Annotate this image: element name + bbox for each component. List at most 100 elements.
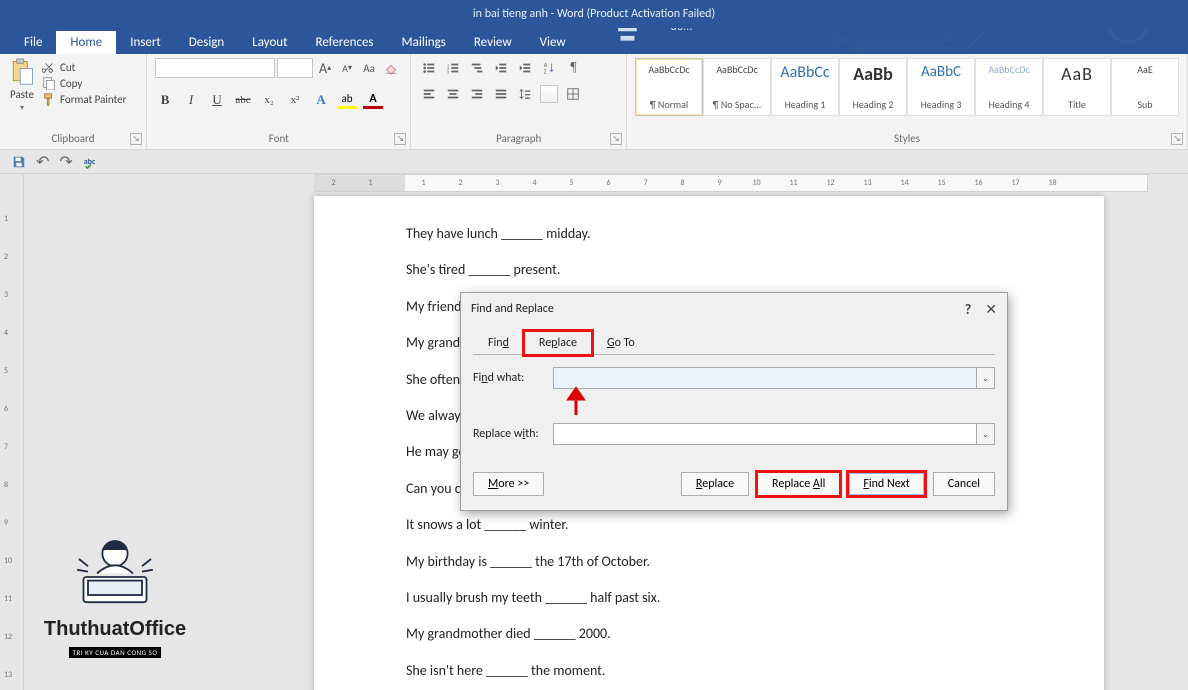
find-dropdown[interactable]: ⌄ (976, 368, 994, 388)
paste-icon (8, 58, 36, 86)
eraser-icon (384, 61, 398, 75)
font-name-input[interactable] (155, 58, 275, 78)
align-right-icon (470, 87, 484, 101)
find-next-button[interactable]: Find Next (848, 472, 924, 496)
paste-button[interactable]: Paste ▾ (8, 58, 36, 113)
replace-with-input[interactable] (554, 424, 976, 444)
underline-button[interactable]: U (207, 90, 227, 110)
doc-line: They have lunch ______ midday. (406, 216, 1012, 252)
style-heading2[interactable]: AaBbHeading 2 (839, 58, 907, 116)
cut-button[interactable]: Cut (42, 60, 126, 74)
clipboard-dialog-launcher[interactable]: ↘ (130, 133, 142, 145)
align-center-button[interactable] (443, 84, 463, 104)
style-heading1[interactable]: AaBbCcHeading 1 (771, 58, 839, 116)
find-what-label: Find what: (473, 371, 545, 385)
align-left-button[interactable] (419, 84, 439, 104)
font-color-button[interactable]: A (363, 91, 383, 109)
tab-design[interactable]: Design (175, 31, 238, 54)
inc-indent-icon (518, 61, 532, 75)
superscript-button[interactable]: x² (285, 90, 305, 110)
styles-dialog-launcher[interactable]: ↘ (1171, 133, 1183, 145)
tab-home[interactable]: Home (56, 31, 116, 54)
inc-indent-button[interactable] (515, 58, 535, 78)
grow-font-button[interactable]: A▴ (315, 58, 335, 78)
replace-all-button[interactable]: Replace All (757, 472, 840, 496)
tab-insert[interactable]: Insert (116, 31, 175, 54)
watermark-logo: ThuthuatOffice TRI KY CUA DAN CONG SO (20, 523, 210, 660)
tab-mailings[interactable]: Mailings (388, 31, 460, 54)
dialog-tab-goto[interactable]: Go To (592, 331, 650, 355)
scissors-icon (42, 60, 56, 74)
style-subtitle[interactable]: AaESub (1111, 58, 1179, 116)
spellcheck-icon[interactable]: abc (83, 155, 97, 169)
cancel-button[interactable]: Cancel (933, 472, 995, 496)
mascot-icon (60, 523, 170, 613)
tab-file[interactable]: File (10, 31, 56, 54)
tab-references[interactable]: References (302, 31, 388, 54)
style-heading3[interactable]: AaBbCHeading 3 (907, 58, 975, 116)
style-heading4[interactable]: AaBbCcDcHeading 4 (975, 58, 1043, 116)
undo-button[interactable]: ↶ (36, 152, 49, 172)
svg-text:Z: Z (544, 67, 547, 75)
font-size-input[interactable] (277, 58, 313, 78)
quick-access-toolbar: ↶ ↷ abc (0, 150, 1188, 174)
style-nospacing[interactable]: AaBbCcDc¶ No Spac... (703, 58, 771, 116)
show-marks-button[interactable]: ¶ (563, 58, 583, 78)
ribbon: Paste ▾ Cut Copy Format Painter Clipboar… (0, 54, 1188, 150)
align-center-icon (446, 87, 460, 101)
line-spacing-button[interactable] (515, 84, 535, 104)
clear-format-button[interactable] (381, 58, 401, 78)
shading-button[interactable] (539, 84, 559, 104)
help-button[interactable]: ? (965, 301, 972, 318)
doc-line: She isn't here ______ the moment. (406, 653, 1012, 689)
borders-button[interactable] (563, 84, 583, 104)
align-left-icon (422, 87, 436, 101)
replace-dropdown[interactable]: ⌄ (976, 424, 994, 444)
numbering-button[interactable]: 123 (443, 58, 463, 78)
titlebar: in bai tieng anh - Word (Product Activat… (0, 0, 1188, 28)
replace-button[interactable]: Replace (681, 472, 749, 496)
dialog-title: Find and Replace (471, 302, 554, 316)
paragraph-dialog-launcher[interactable]: ↘ (610, 133, 622, 145)
sort-button[interactable]: AZ (539, 58, 559, 78)
justify-button[interactable] (491, 84, 511, 104)
doc-line: I usually brush my teeth ______ half pas… (406, 580, 1012, 616)
highlight-button[interactable]: ab (337, 91, 357, 109)
shrink-font-button[interactable]: A▾ (337, 58, 357, 78)
dec-indent-icon (494, 61, 508, 75)
close-button[interactable]: ✕ (985, 301, 997, 318)
italic-button[interactable]: I (181, 90, 201, 110)
tab-review[interactable]: Review (460, 31, 526, 54)
justify-icon (494, 87, 508, 101)
dialog-tab-find[interactable]: Find (473, 331, 524, 355)
svg-text:3: 3 (447, 70, 450, 75)
style-title[interactable]: AaBTitle (1043, 58, 1111, 116)
save-icon[interactable] (12, 155, 26, 169)
style-normal[interactable]: AaBbCcDc¶ Normal (635, 58, 703, 116)
redo-button[interactable]: ↷ (59, 152, 72, 172)
more-button[interactable]: More >> (473, 472, 544, 496)
bold-button[interactable]: B (155, 90, 175, 110)
dialog-tab-replace[interactable]: Replace (524, 331, 592, 355)
borders-icon (566, 87, 580, 101)
shading-icon (540, 85, 558, 103)
text-effects-button[interactable]: A (311, 90, 331, 110)
bullets-button[interactable] (419, 58, 439, 78)
tab-view[interactable]: View (526, 31, 580, 54)
format-painter-button[interactable]: Format Painter (42, 92, 126, 106)
line-spacing-icon (518, 87, 532, 101)
window-title: in bai tieng anh - Word (Product Activat… (473, 7, 715, 21)
change-case-button[interactable]: Aa (359, 58, 379, 78)
find-what-input[interactable] (554, 368, 976, 388)
tab-layout[interactable]: Layout (238, 31, 301, 54)
subscript-button[interactable]: x₂ (259, 90, 279, 110)
horizontal-ruler: 2 1 1 2 3 4 5 6 7 8 9 10 11 12 13 14 15 … (314, 174, 1148, 192)
font-dialog-launcher[interactable]: ↘ (394, 133, 406, 145)
dec-indent-button[interactable] (491, 58, 511, 78)
strike-button[interactable]: abc (233, 90, 253, 110)
multilevel-button[interactable] (467, 58, 487, 78)
copy-button[interactable]: Copy (42, 76, 126, 90)
align-right-button[interactable] (467, 84, 487, 104)
doc-line: My grandmother died ______ 2000. (406, 616, 1012, 652)
styles-gallery[interactable]: AaBbCcDc¶ Normal AaBbCcDc¶ No Spac... Aa… (635, 58, 1179, 116)
